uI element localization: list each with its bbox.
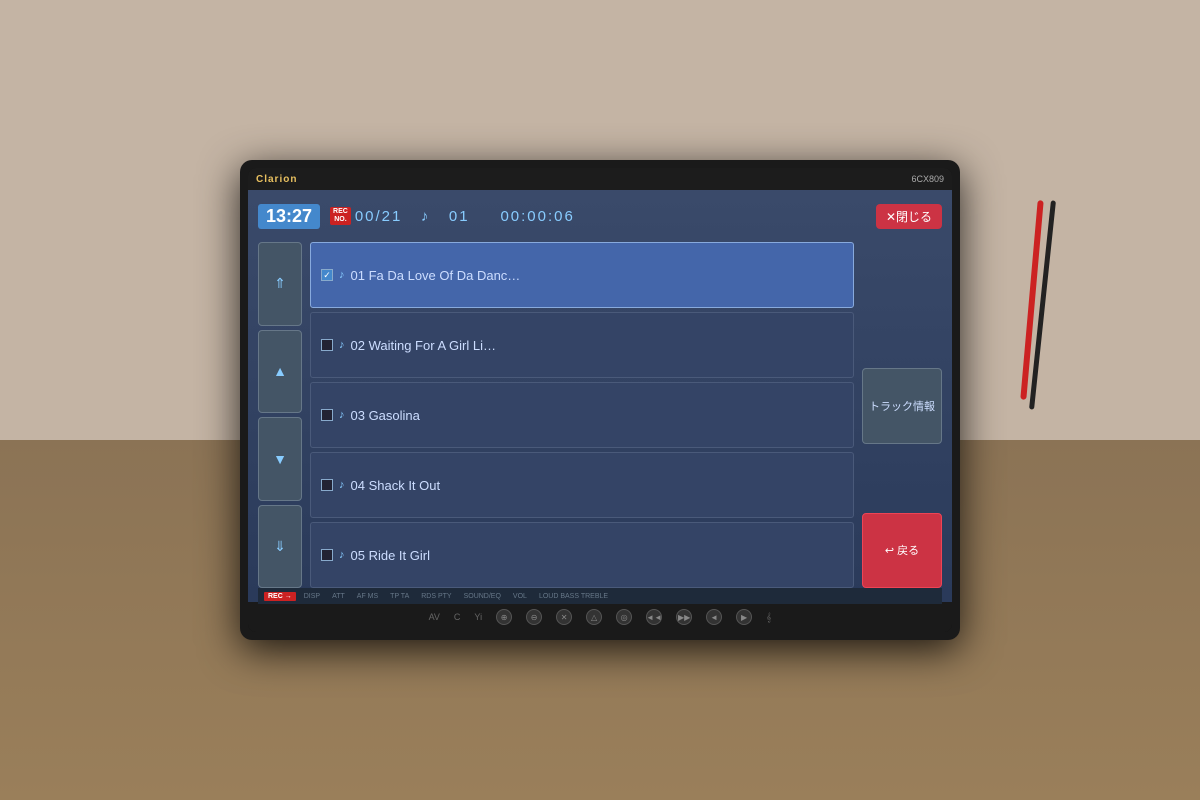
elapsed-time: 00:00:06 bbox=[500, 208, 574, 225]
bezel-btn-next[interactable]: ▶ bbox=[736, 609, 752, 625]
back-icon: ↩ bbox=[885, 544, 894, 557]
screen-header: 13:27 RECNO. 00/21 ♪ 01 00:00:06 ✕閉じる bbox=[258, 198, 942, 234]
track-checkbox-2[interactable] bbox=[321, 339, 333, 351]
screen: 13:27 RECNO. 00/21 ♪ 01 00:00:06 ✕閉じる bbox=[248, 190, 952, 602]
music-note-header: ♪ bbox=[421, 208, 431, 225]
track-title-4: 04 Shack It Out bbox=[351, 478, 441, 493]
track-item[interactable]: ♪ 01 Fa Da Love Of Da Danc… bbox=[310, 242, 854, 308]
track-title-2: 02 Waiting For A Girl Li… bbox=[351, 338, 496, 353]
track-info-button-label: トラック情報 bbox=[869, 398, 935, 414]
monitor-outer: Clarion 6CX809 13:27 RECNO. 00/21 ♪ 01 bbox=[240, 160, 960, 640]
bezel-mute[interactable]: 𝄞 bbox=[766, 612, 771, 623]
monitor-bezel: Clarion 6CX809 13:27 RECNO. 00/21 ♪ 01 bbox=[248, 168, 952, 632]
bottom-label-tpta: TP TA bbox=[390, 593, 409, 600]
bezel-yi[interactable]: Yi bbox=[474, 612, 482, 622]
screen-status-bar: REC → DISP ATT AF MS TP TA RDS PTY SOUND… bbox=[258, 588, 942, 604]
track-title-1: 01 Fa Da Love Of Da Danc… bbox=[351, 268, 521, 283]
bezel-btn-prev[interactable]: ◄ bbox=[706, 609, 722, 625]
note-icon-4: ♪ bbox=[339, 479, 345, 491]
back-button-label: 戻る bbox=[897, 542, 919, 558]
monitor-top-bar: Clarion 6CX809 bbox=[248, 168, 952, 190]
note-icon-2: ♪ bbox=[339, 339, 345, 351]
bottom-labels: DISP ATT AF MS TP TA RDS PTY SOUND/EQ VO… bbox=[304, 593, 608, 600]
bottom-label-afms: AF MS bbox=[357, 593, 378, 600]
track-info-button[interactable]: トラック情報 bbox=[862, 368, 942, 443]
bezel-buttons-row: AV C Yi ⊕ ⊖ ✕ △ ◎ ◄◄ ▶▶ ◄ ▶ 𝄞 bbox=[248, 602, 952, 632]
screen-main: ⇑ ▲ ▼ ⇓ ♪ 01 Fa Da Love Of Da Danc… bbox=[258, 242, 942, 588]
bottom-label-rds: RDS PTY bbox=[421, 593, 451, 600]
bottom-label-sound: SOUND/EQ bbox=[464, 593, 501, 600]
nav-up-button[interactable]: ▲ bbox=[258, 330, 302, 414]
track-checkbox-1[interactable] bbox=[321, 269, 333, 281]
bezel-btn-vol-down[interactable]: ◄◄ bbox=[646, 609, 662, 625]
bottom-label-loud: LOUD BASS TREBLE bbox=[539, 593, 608, 600]
nav-buttons-panel: ⇑ ▲ ▼ ⇓ bbox=[258, 242, 302, 588]
bottom-label-att: ATT bbox=[332, 593, 345, 600]
bezel-btn-circle-2[interactable]: ⊖ bbox=[526, 609, 542, 625]
brand-label: Clarion bbox=[256, 174, 297, 185]
close-button[interactable]: ✕閉じる bbox=[876, 204, 942, 229]
note-icon-1: ♪ bbox=[339, 269, 345, 281]
bottom-label-disp: DISP bbox=[304, 593, 320, 600]
track-item[interactable]: ♪ 04 Shack It Out bbox=[310, 452, 854, 518]
bezel-btn-circle-5[interactable]: ◎ bbox=[616, 609, 632, 625]
time-display: 13:27 bbox=[258, 204, 320, 229]
close-button-label: ✕閉じる bbox=[886, 208, 932, 225]
bezel-btn-circle-3[interactable]: ✕ bbox=[556, 609, 572, 625]
track-title-5: 05 Ride It Girl bbox=[351, 548, 430, 563]
track-item[interactable]: ♪ 03 Gasolina bbox=[310, 382, 854, 448]
track-checkbox-3[interactable] bbox=[321, 409, 333, 421]
rec-badge: RECNO. bbox=[330, 207, 351, 226]
bezel-av[interactable]: AV bbox=[429, 612, 440, 622]
bezel-btn-circle-4[interactable]: △ bbox=[586, 609, 602, 625]
bottom-label-vol: VOL bbox=[513, 593, 527, 600]
track-item[interactable]: ♪ 02 Waiting For A Girl Li… bbox=[310, 312, 854, 378]
bezel-c[interactable]: C bbox=[454, 612, 461, 622]
nav-skip-down-button[interactable]: ⇓ bbox=[258, 505, 302, 589]
bezel-btn-circle-1[interactable]: ⊕ bbox=[496, 609, 512, 625]
nav-skip-up-button[interactable]: ⇑ bbox=[258, 242, 302, 326]
track-checkbox-5[interactable] bbox=[321, 549, 333, 561]
back-button[interactable]: ↩ 戻る bbox=[862, 513, 942, 588]
track-info-header: 00/21 ♪ 01 00:00:06 bbox=[355, 208, 876, 225]
right-buttons-panel: トラック情報 ↩ 戻る bbox=[862, 242, 942, 588]
track-list: ♪ 01 Fa Da Love Of Da Danc… ♪ 02 Waiting… bbox=[310, 242, 854, 588]
track-item[interactable]: ♪ 05 Ride It Girl bbox=[310, 522, 854, 588]
note-icon-3: ♪ bbox=[339, 409, 345, 421]
model-label: 6CX809 bbox=[911, 174, 944, 184]
track-number-display: 01 bbox=[449, 208, 470, 225]
nav-down-button[interactable]: ▼ bbox=[258, 417, 302, 501]
note-icon-5: ♪ bbox=[339, 549, 345, 561]
track-count: 00/21 bbox=[355, 208, 403, 225]
bezel-btn-vol-up[interactable]: ▶▶ bbox=[676, 609, 692, 625]
rec-indicator: REC → bbox=[264, 592, 296, 601]
track-title-3: 03 Gasolina bbox=[351, 408, 420, 423]
track-checkbox-4[interactable] bbox=[321, 479, 333, 491]
